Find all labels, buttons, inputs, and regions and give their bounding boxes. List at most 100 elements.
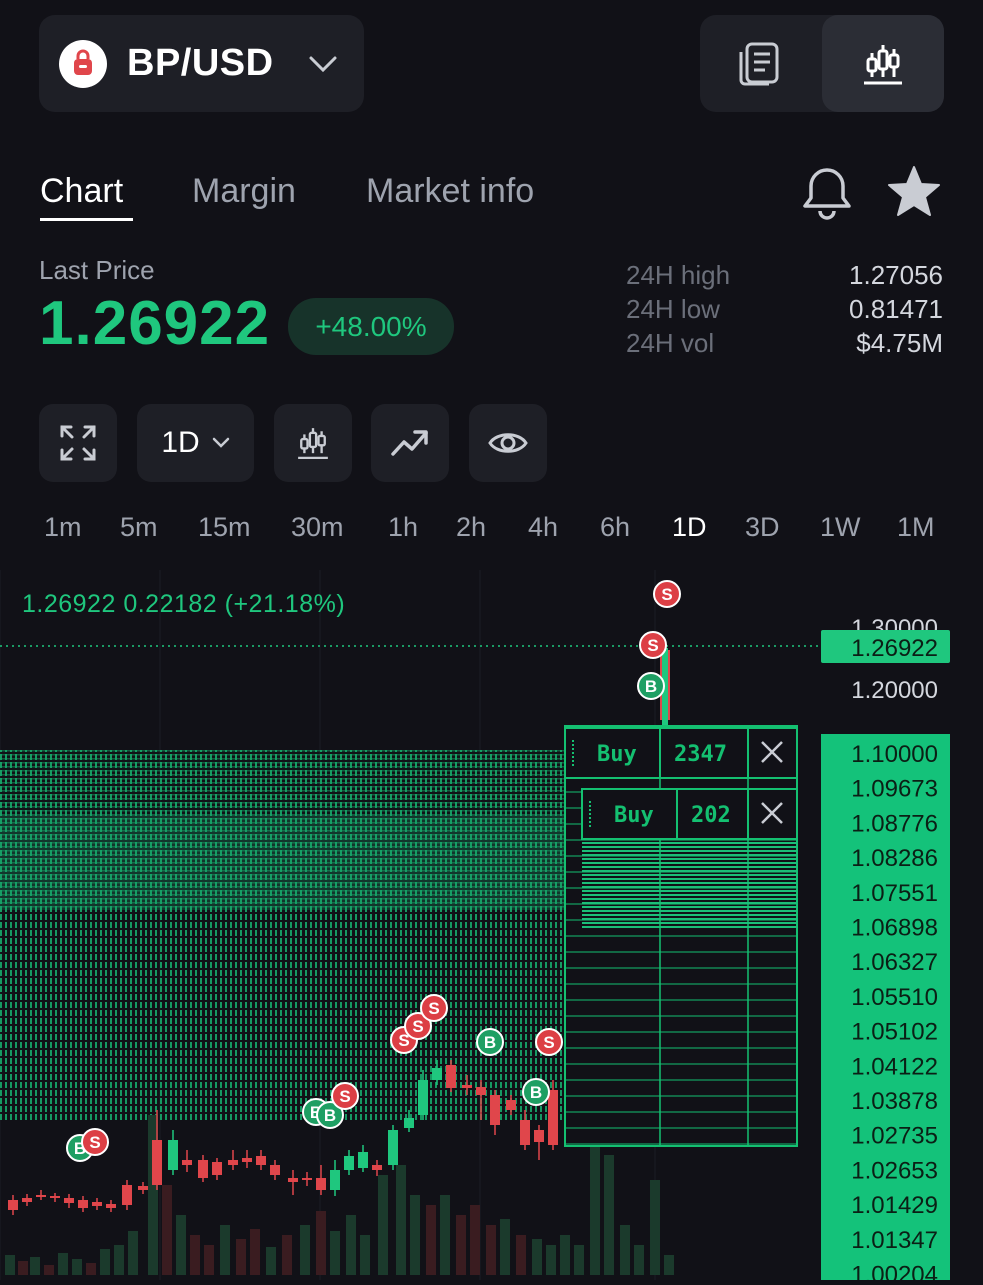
volume-bar: [72, 1259, 82, 1275]
tab-chart[interactable]: Chart: [40, 172, 123, 211]
current-price-tag-label: 1.26922: [851, 635, 938, 662]
candle-body: [372, 1165, 382, 1170]
volume-bar: [58, 1253, 68, 1275]
order-level-label[interactable]: 1.09673: [851, 776, 938, 803]
active-tab-indicator: [40, 218, 133, 221]
orderbook-view-button[interactable]: [700, 15, 822, 112]
timeframe-1h[interactable]: 1h: [388, 512, 418, 543]
indicators-button[interactable]: [371, 404, 449, 482]
sell-marker-label: S: [543, 1033, 554, 1052]
tab-margin[interactable]: Margin: [192, 172, 296, 211]
candle-body: [490, 1095, 500, 1125]
sell-marker-label: S: [412, 1017, 423, 1036]
volume-bar: [44, 1265, 54, 1275]
order-level-label[interactable]: 1.05102: [851, 1019, 938, 1046]
timeframe-5m[interactable]: 5m: [120, 512, 158, 543]
candle-body: [242, 1158, 252, 1162]
order-level-label[interactable]: 1.01429: [851, 1192, 938, 1219]
candle-body: [256, 1156, 266, 1165]
volume-bar: [128, 1231, 138, 1275]
price-chart-canvas[interactable]: B SB BSSSSB SBSSB Buy 2347Buy 202 1.300001.20…: [0, 570, 983, 1285]
stat-value-24h-high: 1.27056: [849, 260, 943, 290]
volume-bar: [378, 1175, 388, 1275]
timeframe-1d[interactable]: 1D: [672, 512, 707, 543]
fullscreen-button[interactable]: [39, 404, 117, 482]
candle-body: [288, 1178, 298, 1182]
candle-body: [8, 1200, 18, 1210]
candle-body: [534, 1130, 544, 1142]
volume-bar: [176, 1215, 186, 1275]
order-level-label[interactable]: 1.03878: [851, 1088, 938, 1115]
candle-body: [270, 1165, 280, 1175]
order-level-label[interactable]: 1.00204: [851, 1262, 938, 1285]
candle-body: [92, 1202, 102, 1206]
pair-selector[interactable]: BP/USD: [39, 15, 364, 112]
order-level-label[interactable]: 1.05510: [851, 984, 938, 1011]
sell-marker-label: S: [89, 1133, 100, 1152]
timeframe-1m[interactable]: 1m: [44, 512, 82, 543]
timeframe-6h[interactable]: 6h: [600, 512, 630, 543]
sell-marker-label: S: [339, 1087, 350, 1106]
candle-body: [168, 1140, 178, 1170]
order-level-label[interactable]: 1.10000: [851, 741, 938, 768]
order-level-label[interactable]: 1.06327: [851, 949, 938, 976]
order-level-label[interactable]: 1.04122: [851, 1053, 938, 1080]
volume-bar: [114, 1245, 124, 1275]
volume-bar: [574, 1245, 584, 1275]
timeframe-4h[interactable]: 4h: [528, 512, 558, 543]
last-price-label: Last Price: [39, 255, 155, 285]
stat-value-24h-low: 0.81471: [849, 294, 943, 324]
timeframe-30m[interactable]: 30m: [291, 512, 344, 543]
timeframe-15m[interactable]: 15m: [198, 512, 251, 543]
star-icon[interactable]: [886, 165, 942, 224]
volume-bar: [30, 1257, 40, 1275]
volume-bar: [620, 1225, 630, 1275]
bell-icon[interactable]: [800, 165, 854, 226]
volume-bar: [664, 1255, 674, 1275]
buy-marker-label: B: [530, 1083, 542, 1102]
volume-bar: [86, 1263, 96, 1275]
order-side-label: Buy: [597, 742, 637, 767]
order-level-label[interactable]: 1.08286: [851, 845, 938, 872]
timeframe-1w[interactable]: 1W: [820, 512, 861, 543]
volume-bar: [634, 1245, 644, 1275]
order-quantity[interactable]: 2347: [674, 742, 727, 767]
buy-marker-label: B: [645, 677, 657, 696]
volume-bar: [220, 1225, 230, 1275]
chart-legend: 1.26922 0.22182 (+21.18%): [22, 590, 346, 618]
trend-line-icon: [391, 430, 428, 456]
timeframe-1m-month[interactable]: 1M: [897, 512, 935, 543]
order-level-label[interactable]: 1.08776: [851, 810, 938, 837]
order-quantity[interactable]: 202: [691, 803, 731, 828]
candle-body: [212, 1162, 222, 1175]
order-level-label[interactable]: 1.02735: [851, 1123, 938, 1150]
volume-bar: [282, 1235, 292, 1275]
chart-view-button[interactable]: [822, 15, 944, 112]
volume-bar: [396, 1165, 406, 1275]
volume-bar: [500, 1219, 510, 1275]
order-level-label[interactable]: 1.01347: [851, 1227, 938, 1254]
token-logo-icon: [59, 39, 107, 88]
volume-bar: [300, 1225, 310, 1275]
timeframe-3d[interactable]: 3D: [745, 512, 780, 543]
chart-type-button[interactable]: [274, 404, 352, 482]
stat-label-24h-high: 24H high: [626, 260, 731, 290]
volume-bar: [5, 1255, 15, 1275]
chevron-down-icon: [308, 54, 338, 74]
volume-bar: [486, 1225, 496, 1275]
visibility-button[interactable]: [469, 404, 547, 482]
interval-selector[interactable]: 1D: [137, 404, 254, 482]
order-level-label[interactable]: 1.02653: [851, 1157, 938, 1184]
price-chart[interactable]: BSBBSSSSBSBSSB Buy 2347 Buy 202 1.30000 1.20…: [0, 570, 983, 1285]
candle-body: [548, 1090, 558, 1145]
candle-body: [50, 1196, 60, 1198]
volume-bar: [590, 1145, 600, 1275]
candle-body: [198, 1160, 208, 1178]
tab-market-info[interactable]: Market info: [366, 172, 534, 211]
stat-value-24h-vol: $4.75M: [856, 328, 943, 358]
order-level-label[interactable]: 1.06898: [851, 915, 938, 942]
timeframe-2h[interactable]: 2h: [456, 512, 486, 543]
candle-body: [330, 1170, 340, 1190]
order-level-label[interactable]: 1.07551: [851, 880, 938, 907]
volume-bar: [316, 1211, 326, 1275]
